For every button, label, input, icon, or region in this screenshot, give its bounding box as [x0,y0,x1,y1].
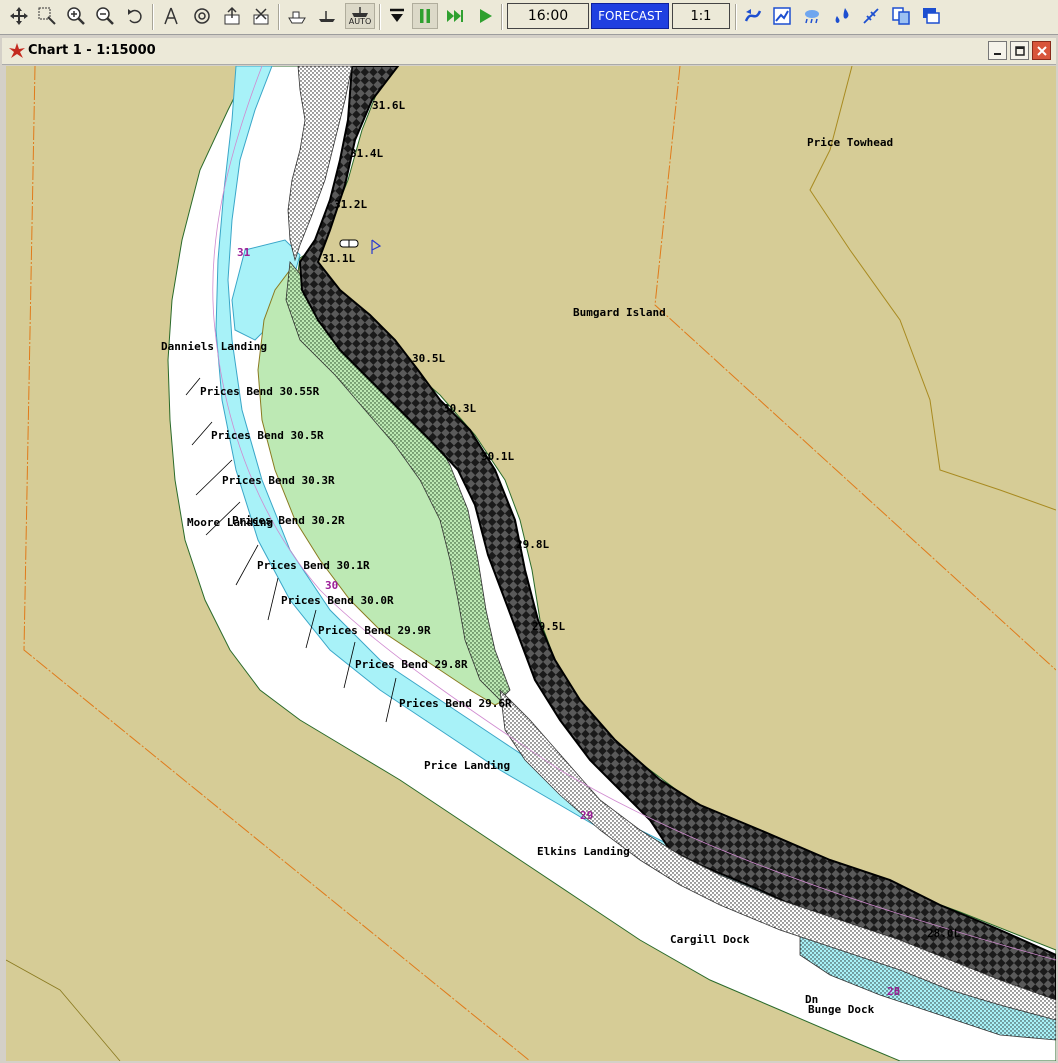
label-price-landing[interactable]: Price Landing [424,759,510,772]
label-cargill-dock[interactable]: Cargill Dock [670,933,750,946]
label-31-4l[interactable]: 31.4L [350,147,383,160]
label-price-towhead[interactable]: Price Towhead [807,136,893,149]
label-29-8l[interactable]: 29.8L [516,538,549,551]
export-icon[interactable] [219,3,245,29]
zoom-out-icon[interactable] [92,3,118,29]
minimize-icon [993,52,1001,55]
undo-view-icon[interactable] [122,3,148,29]
app-logo-icon [9,43,25,58]
label-prices-bend-29-6r[interactable]: Prices Bend 29.6R [399,697,512,710]
select-zoom-icon[interactable] [34,3,60,29]
label-elkins-landing[interactable]: Elkins Landing [537,845,630,858]
weather-icon[interactable] [799,3,825,29]
label-29-5l[interactable]: 29.5L [532,620,565,633]
mile-marker-28[interactable]: 28 [887,985,900,998]
copy-icon[interactable] [888,3,914,29]
label-30-1l[interactable]: 30.1L [481,450,514,463]
vessel-icon[interactable] [284,3,310,29]
scale-ratio-display[interactable]: 1:1 [672,3,730,29]
label-prices-bend-30-2r[interactable]: Prices Bend 30.2R [232,514,345,527]
label-30-5l[interactable]: 30.5L [412,352,445,365]
label-31-1l[interactable]: 31.1L [322,252,355,265]
label-prices-bend-30-0r[interactable]: Prices Bend 30.0R [281,594,394,607]
boat-icon[interactable] [314,3,340,29]
label-30-3l[interactable]: 30.3L [443,402,476,415]
drop-icon[interactable] [384,3,410,29]
label-danniels-landing[interactable]: Danniels Landing [161,340,267,353]
mile-marker-31[interactable]: 31 [237,246,251,259]
label-bumgard-island[interactable]: Bumgard Island [573,306,666,319]
label-prices-bend-30-55r[interactable]: Prices Bend 30.55R [200,385,320,398]
chart-map[interactable]: Price Towhead Bumgard Island Danniels La… [6,66,1056,1061]
label-prices-bend-30-5r[interactable]: Prices Bend 30.5R [211,429,324,442]
toolbar: AUTO 16:00 FORECAST 1:1 [0,0,1058,35]
label-31-2l[interactable]: 31.2L [334,198,367,211]
buoy-marker-icon[interactable] [339,239,359,248]
zoom-in-icon[interactable] [63,3,89,29]
label-28-0l[interactable]: 28.0L [927,927,960,940]
auto-label: AUTO [348,17,372,26]
windows-icon[interactable] [918,3,944,29]
mile-marker-30[interactable]: 30 [325,579,338,592]
compass-tool-icon[interactable] [158,3,184,29]
auto-track-button[interactable]: AUTO [345,3,375,29]
maximize-button[interactable] [1010,41,1029,60]
fast-forward-icon[interactable] [442,3,468,29]
label-31-6l[interactable]: 31.6L [372,99,405,112]
pan-icon[interactable] [6,3,32,29]
label-prices-bend-29-9r[interactable]: Prices Bend 29.9R [318,624,431,637]
mile-marker-29[interactable]: 29 [580,809,593,822]
pause-icon[interactable] [412,3,438,29]
anchor-tool-icon[interactable] [858,3,884,29]
time-display[interactable]: 16:00 [507,3,589,29]
label-bunge-dock[interactable]: Bunge Dock [808,1003,875,1016]
route-tool-icon[interactable] [740,3,766,29]
close-icon [1036,45,1047,56]
tools-icon[interactable] [248,3,274,29]
play-icon[interactable] [472,3,498,29]
label-prices-bend-30-3r[interactable]: Prices Bend 30.3R [222,474,335,487]
close-button[interactable] [1032,41,1051,60]
target-icon[interactable] [189,3,215,29]
water-level-icon[interactable] [829,3,855,29]
chart-window-titlebar[interactable]: Chart 1 - 1:15000 [2,38,1056,65]
window-title: Chart 1 - 1:15000 [28,43,156,58]
label-prices-bend-29-8r[interactable]: Prices Bend 29.8R [355,658,468,671]
maximize-icon [1014,45,1025,56]
minimize-button[interactable] [988,41,1007,60]
chart-graph-icon[interactable] [769,3,795,29]
label-prices-bend-30-1r[interactable]: Prices Bend 30.1R [257,559,370,572]
forecast-button[interactable]: FORECAST [591,3,669,29]
